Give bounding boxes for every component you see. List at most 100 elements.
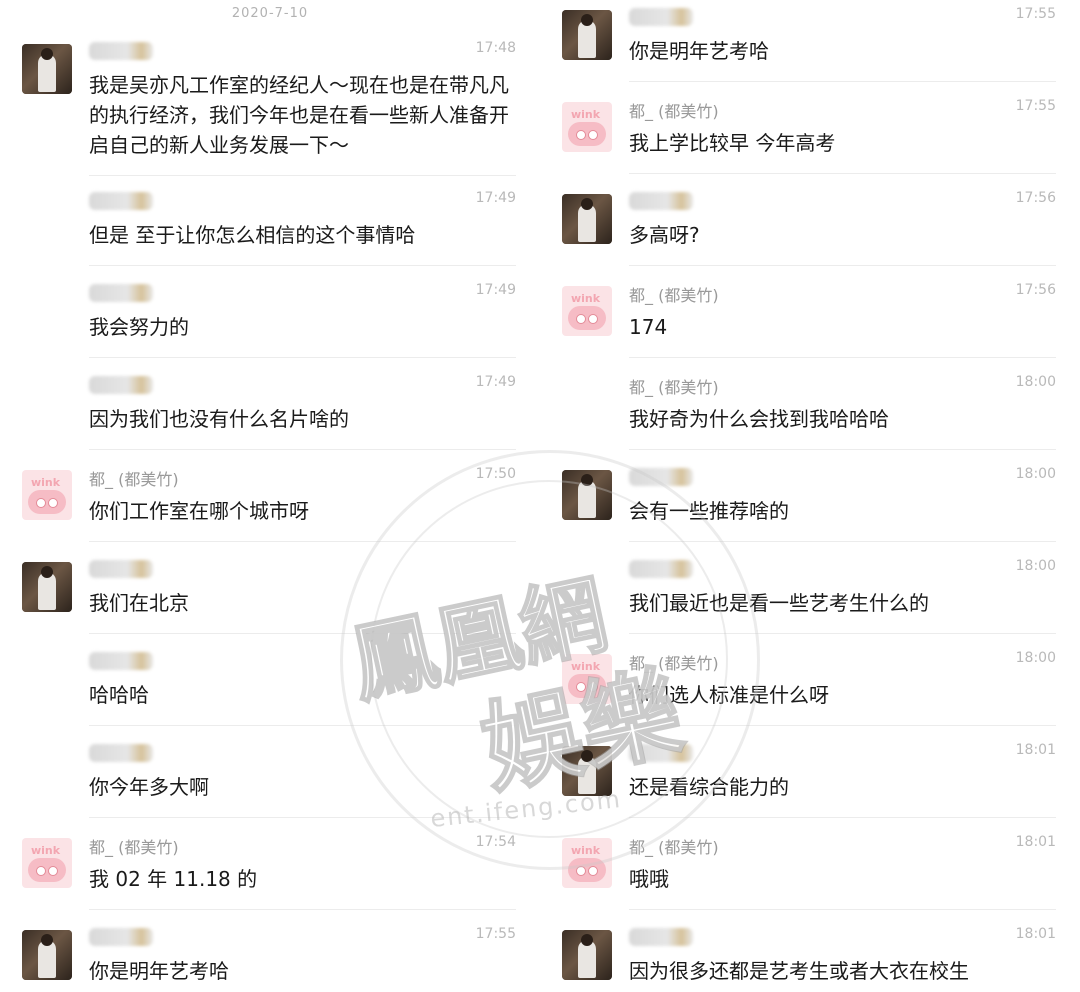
- message-time: 17:55: [475, 926, 516, 942]
- message-time: 17:56: [1015, 282, 1056, 298]
- message-item[interactable]: wink 都_ (都美竹) 18:01 哦哦: [540, 832, 1080, 910]
- message-item[interactable]: 17:55 你是明年艺考哈: [0, 924, 540, 992]
- agent-avatar[interactable]: [22, 44, 72, 94]
- message-time: 18:01: [1015, 834, 1056, 850]
- message-text[interactable]: 因为很多还都是艺考生或者大衣在校生: [629, 956, 1065, 986]
- separator: [629, 817, 1056, 818]
- message-item[interactable]: 17:48 我是吴亦凡工作室的经纪人～现在也是在带凡凡的执行经济，我们今年也是在…: [0, 38, 540, 176]
- separator: [89, 175, 516, 176]
- agent-avatar[interactable]: [562, 470, 612, 520]
- message-item[interactable]: 我们在北京: [0, 556, 540, 634]
- chat-column-left: 2020-7-10 17:48 我是吴亦凡工作室的经纪人～现在也是在带凡凡的执行…: [0, 0, 540, 992]
- message-item[interactable]: wink 都_ (都美竹) 17:56 174: [540, 280, 1080, 358]
- sender-name: 都_ (都美竹): [89, 470, 179, 489]
- message-time: 17:49: [475, 374, 516, 390]
- message-text[interactable]: 我们在北京: [89, 588, 525, 618]
- message-text[interactable]: 但是 至于让你怎么相信的这个事情哈: [89, 220, 525, 250]
- date-divider: 2020-7-10: [231, 6, 309, 21]
- message-time: 18:00: [1015, 558, 1056, 574]
- message-item[interactable]: 18:01 因为很多还都是艺考生或者大衣在校生: [540, 924, 1080, 992]
- message-item[interactable]: 18:00 我们最近也是看一些艺考生什么的: [540, 556, 1080, 634]
- message-text[interactable]: 我会努力的: [89, 312, 525, 342]
- message-text[interactable]: 我好奇为什么会找到我哈哈哈: [629, 404, 1065, 434]
- message-text[interactable]: 哦哦: [629, 864, 1065, 894]
- message-text[interactable]: 哈哈哈: [89, 680, 525, 710]
- message-text[interactable]: 会有一些推荐啥的: [629, 496, 1065, 526]
- separator: [89, 725, 516, 726]
- message-item[interactable]: 17:56 多高呀?: [540, 188, 1080, 266]
- sender-name-redacted: [89, 928, 153, 946]
- sender-name-redacted: [89, 744, 153, 762]
- message-item[interactable]: 都_ (都美竹) 18:00 我好奇为什么会找到我哈哈哈: [540, 372, 1080, 450]
- message-item[interactable]: 哈哈哈: [0, 648, 540, 726]
- agent-avatar[interactable]: [562, 930, 612, 980]
- sender-name: 都_ (都美竹): [629, 654, 719, 673]
- user-avatar[interactable]: wink: [562, 654, 612, 704]
- message-time: 17:56: [1015, 190, 1056, 206]
- message-time: 17:54: [475, 834, 516, 850]
- message-item[interactable]: wink 都_ (都美竹) 17:50 你们工作室在哪个城市呀: [0, 464, 540, 542]
- sender-name-redacted: [629, 468, 693, 486]
- message-item[interactable]: wink 都_ (都美竹) 17:55 我上学比较早 今年高考: [540, 96, 1080, 174]
- separator: [89, 357, 516, 358]
- message-text[interactable]: 你今年多大啊: [89, 772, 525, 802]
- sender-name: 都_ (都美竹): [629, 838, 719, 857]
- message-text[interactable]: 我上学比较早 今年高考: [629, 128, 1065, 158]
- message-text[interactable]: 多高呀?: [629, 220, 1065, 250]
- message-text[interactable]: 我们最近也是看一些艺考生什么的: [629, 588, 1065, 618]
- sender-name-redacted: [89, 652, 153, 670]
- agent-avatar[interactable]: [562, 194, 612, 244]
- sender-name-redacted: [89, 42, 153, 60]
- message-time: 17:50: [475, 466, 516, 482]
- separator: [89, 817, 516, 818]
- separator: [629, 173, 1056, 174]
- message-item[interactable]: 17:55 你是明年艺考哈: [540, 4, 1080, 82]
- separator: [629, 81, 1056, 82]
- user-avatar[interactable]: wink: [562, 286, 612, 336]
- sender-name: 都_ (都美竹): [89, 838, 179, 857]
- user-avatar[interactable]: wink: [562, 838, 612, 888]
- sender-name: 都_ (都美竹): [629, 378, 719, 397]
- message-item[interactable]: 17:49 我会努力的: [0, 280, 540, 358]
- message-item[interactable]: 你今年多大啊: [0, 740, 540, 818]
- separator: [89, 265, 516, 266]
- message-text[interactable]: 你们选人标准是什么呀: [629, 680, 1065, 710]
- message-time: 18:00: [1015, 466, 1056, 482]
- message-time: 17:48: [475, 40, 516, 56]
- message-text[interactable]: 你是明年艺考哈: [89, 956, 525, 986]
- message-item[interactable]: 17:49 因为我们也没有什么名片啥的: [0, 372, 540, 450]
- message-text[interactable]: 我 02 年 11.18 的: [89, 864, 525, 894]
- message-time: 17:55: [1015, 98, 1056, 114]
- separator: [629, 357, 1056, 358]
- message-text[interactable]: 你们工作室在哪个城市呀: [89, 496, 525, 526]
- message-item[interactable]: 18:00 会有一些推荐啥的: [540, 464, 1080, 542]
- sender-name-redacted: [629, 560, 693, 578]
- agent-avatar[interactable]: [22, 930, 72, 980]
- agent-avatar[interactable]: [562, 10, 612, 60]
- message-text[interactable]: 我是吴亦凡工作室的经纪人～现在也是在带凡凡的执行经济，我们今年也是在看一些新人准…: [89, 70, 525, 160]
- sender-name-redacted: [629, 744, 693, 762]
- agent-avatar[interactable]: [562, 746, 612, 796]
- separator: [629, 449, 1056, 450]
- agent-avatar[interactable]: [22, 562, 72, 612]
- separator: [629, 633, 1056, 634]
- separator: [89, 909, 516, 910]
- message-text[interactable]: 因为我们也没有什么名片啥的: [89, 404, 525, 434]
- separator: [629, 265, 1056, 266]
- sender-name-redacted: [89, 376, 153, 394]
- message-text[interactable]: 你是明年艺考哈: [629, 36, 1065, 66]
- message-item[interactable]: wink 都_ (都美竹) 17:54 我 02 年 11.18 的: [0, 832, 540, 910]
- message-text[interactable]: 还是看综合能力的: [629, 772, 1065, 802]
- message-item[interactable]: 18:01 还是看综合能力的: [540, 740, 1080, 818]
- message-time: 18:00: [1015, 374, 1056, 390]
- user-avatar[interactable]: wink: [562, 102, 612, 152]
- sender-name-redacted: [629, 8, 693, 26]
- message-item[interactable]: wink 都_ (都美竹) 18:00 你们选人标准是什么呀: [540, 648, 1080, 726]
- sender-name-redacted: [89, 560, 153, 578]
- user-avatar[interactable]: wink: [22, 838, 72, 888]
- message-item[interactable]: 17:49 但是 至于让你怎么相信的这个事情哈: [0, 188, 540, 266]
- message-text[interactable]: 174: [629, 312, 1065, 342]
- sender-name-redacted: [629, 192, 693, 210]
- user-avatar[interactable]: wink: [22, 470, 72, 520]
- separator: [89, 633, 516, 634]
